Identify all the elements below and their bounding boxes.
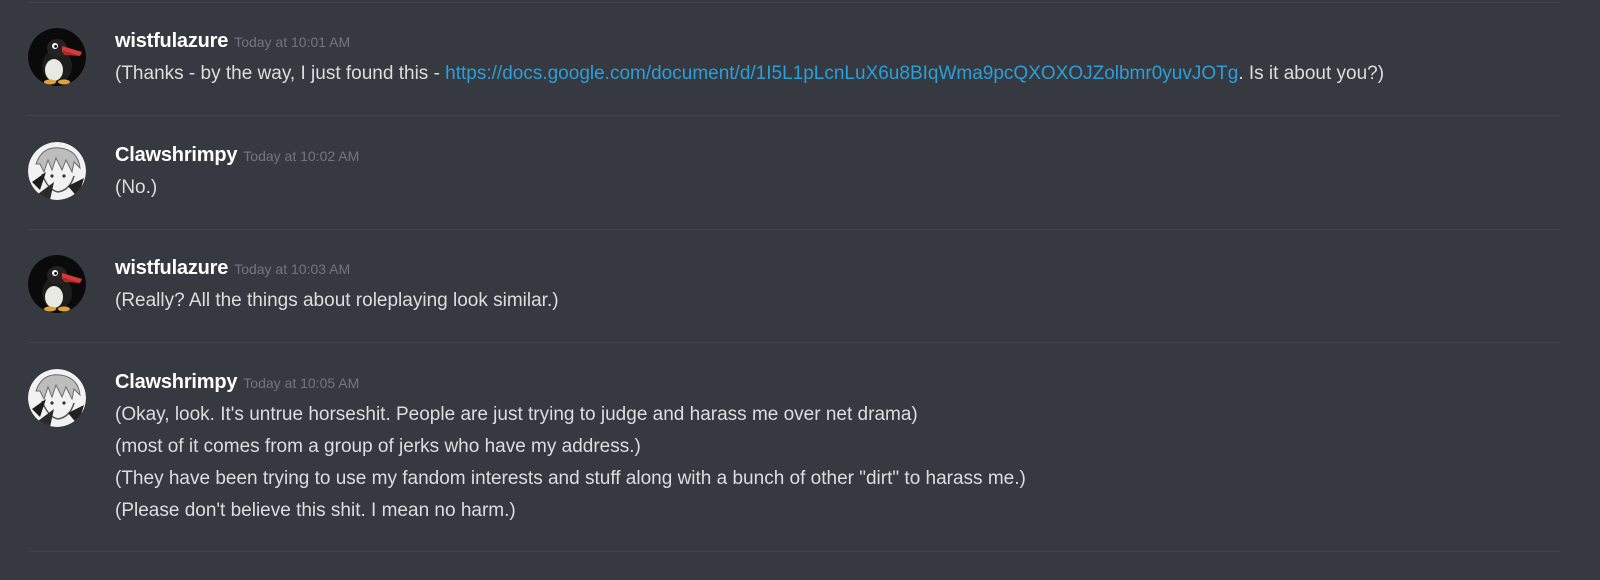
message-text-after-link: . Is it about you?)	[1238, 63, 1385, 84]
penguin-avatar[interactable]	[28, 255, 86, 313]
chat-messages-pane: wistfulazure Today at 10:01 AM (Thanks - …	[0, 0, 1600, 580]
message-content: (Really? All the things about roleplayin…	[115, 285, 559, 317]
message-text: (Please don't believe this shit. I mean …	[115, 500, 516, 521]
message-divider	[28, 342, 1560, 343]
message-divider	[28, 551, 1560, 552]
penguin-avatar[interactable]	[28, 28, 86, 86]
timestamp[interactable]: Today at 10:03 AM	[234, 261, 350, 277]
message-header: wistfulazure Today at 10:01 AM	[115, 28, 350, 54]
message-divider	[28, 229, 1560, 230]
anime-character-avatar[interactable]	[28, 369, 86, 427]
message-text: (They have been trying to use my fandom …	[115, 468, 1026, 489]
message-text: (Thanks - by the way, I just found this …	[115, 58, 1384, 90]
message-content: (Okay, look. It's untrue horseshit. Peop…	[115, 399, 1026, 527]
message-link[interactable]: https://docs.google.com/document/d/1I5L1…	[445, 63, 1238, 84]
username[interactable]: Clawshrimpy	[115, 144, 237, 166]
username[interactable]: wistfulazure	[115, 30, 228, 52]
anime-character-avatar[interactable]	[28, 142, 86, 200]
message-text: (most of it comes from a group of jerks …	[115, 436, 641, 457]
message-divider	[28, 2, 1560, 3]
message-text-before-link: (Thanks - by the way, I just found this …	[115, 63, 446, 84]
timestamp[interactable]: Today at 10:05 AM	[243, 375, 359, 391]
message-text: (No.)	[115, 177, 158, 198]
timestamp[interactable]: Today at 10:02 AM	[243, 148, 359, 164]
username[interactable]: Clawshrimpy	[115, 371, 237, 393]
message-text: (Okay, look. It's untrue horseshit. Peop…	[115, 404, 918, 425]
message-content: (No.)	[115, 172, 157, 204]
username[interactable]: wistfulazure	[115, 257, 228, 279]
timestamp[interactable]: Today at 10:01 AM	[234, 34, 350, 50]
message-header: wistfulazure Today at 10:03 AM	[115, 255, 350, 281]
message-divider	[28, 115, 1560, 116]
message-header: Clawshrimpy Today at 10:05 AM	[115, 369, 359, 395]
message-header: Clawshrimpy Today at 10:02 AM	[115, 142, 359, 168]
message-text: (Really? All the things about roleplayin…	[115, 290, 559, 311]
message-content: (Thanks - by the way, I just found this …	[115, 58, 1384, 90]
